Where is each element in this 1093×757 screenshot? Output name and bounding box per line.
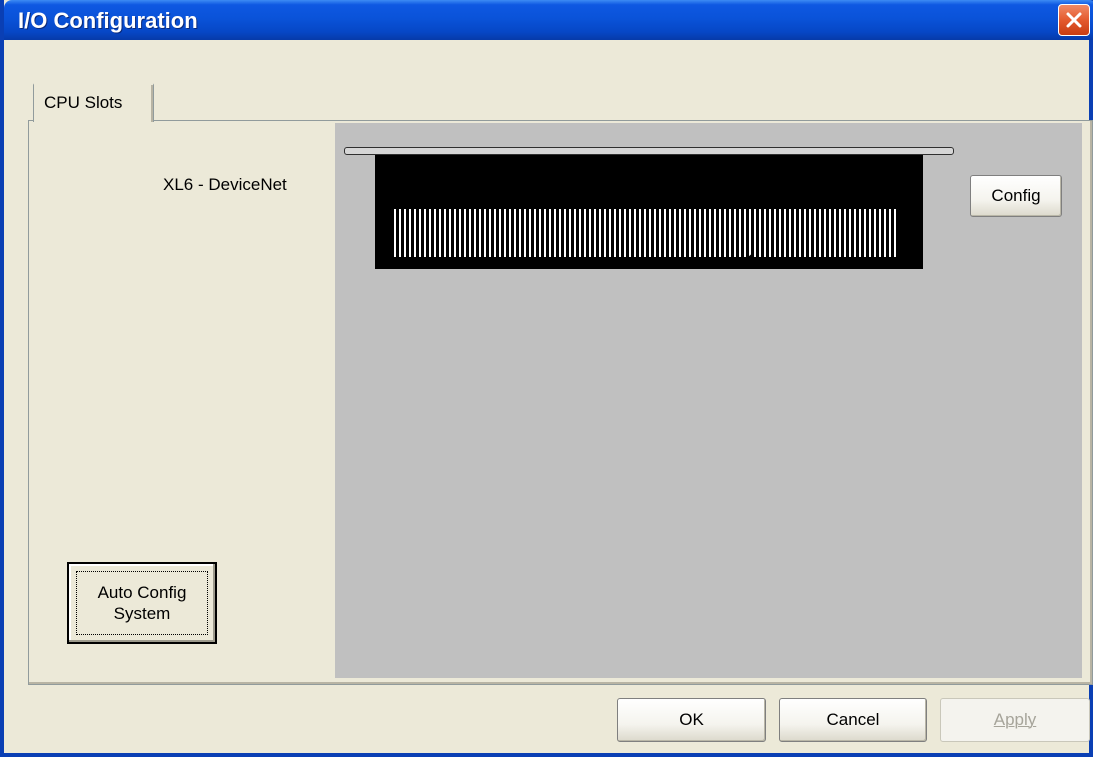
tab-cpu-slots-label: CPU Slots <box>44 93 123 112</box>
slot-label-xl6-devicenet: XL6 - DeviceNet <box>163 175 287 194</box>
tab-cpu-slots[interactable]: CPU Slots <box>33 82 154 122</box>
auto-config-label-line2: System <box>113 604 171 623</box>
rack-rail <box>344 147 954 155</box>
apply-button-label: Apply <box>993 710 1037 729</box>
auto-config-system-button[interactable]: Auto Config System <box>67 562 217 644</box>
ok-button[interactable]: OK <box>617 698 766 742</box>
close-button[interactable] <box>1058 4 1090 36</box>
connector-marker-icon <box>748 252 754 262</box>
module-connector-pins <box>394 209 899 257</box>
title-bar[interactable]: I/O Configuration <box>4 0 1093 40</box>
apply-button[interactable]: Apply <box>940 698 1090 742</box>
config-button[interactable]: Config <box>970 175 1062 217</box>
auto-config-label: Auto Config System <box>98 582 187 624</box>
io-configuration-dialog: I/O Configuration CPU Slots XL6 - Device… <box>0 0 1093 757</box>
auto-config-label-line1: Auto Config <box>97 583 187 602</box>
devicenet-module[interactable] <box>375 155 923 269</box>
window-title: I/O Configuration <box>18 8 198 33</box>
close-icon <box>1066 12 1082 28</box>
cancel-button[interactable]: Cancel <box>779 698 927 742</box>
